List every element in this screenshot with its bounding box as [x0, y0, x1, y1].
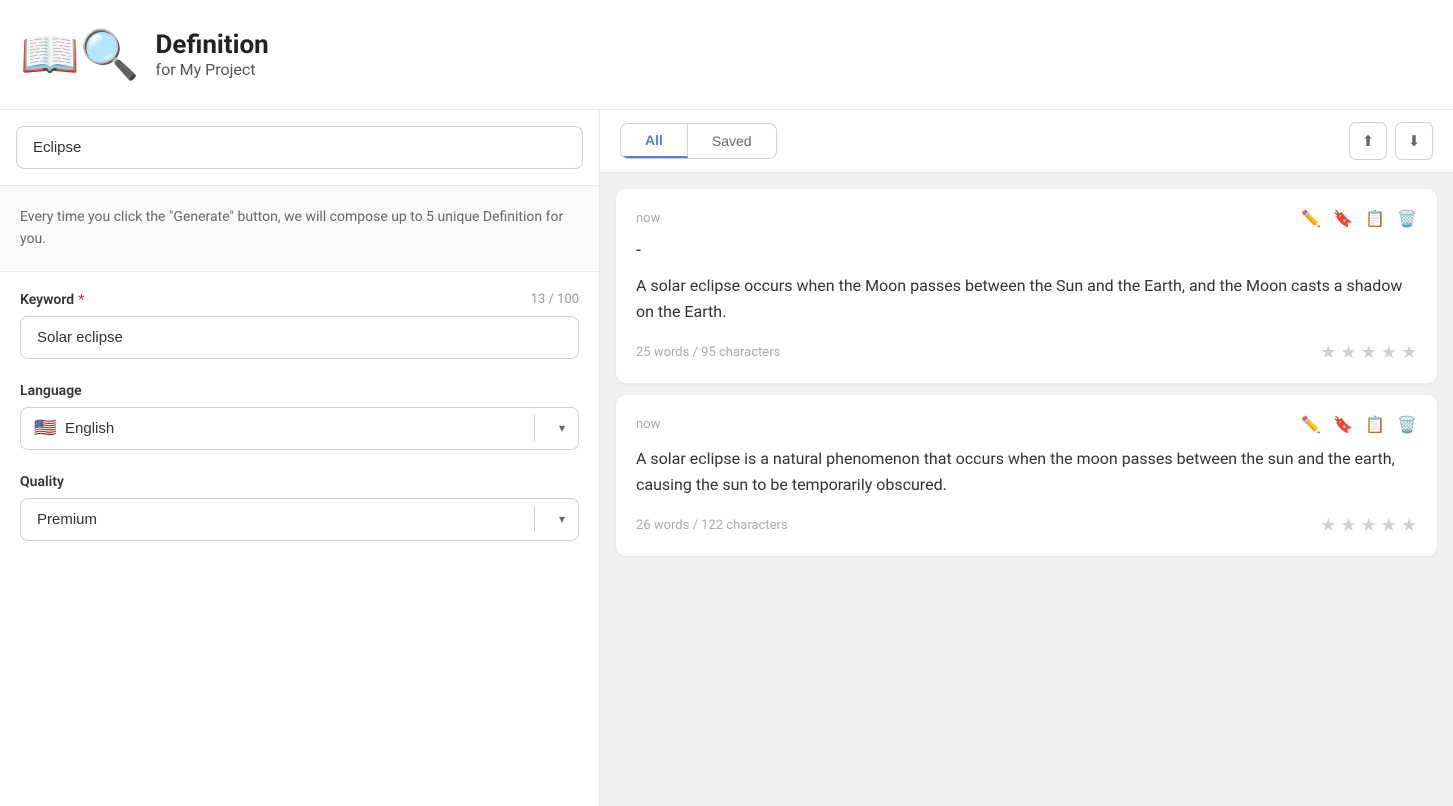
star-1-2[interactable]: ★	[1340, 342, 1356, 363]
result-card-1: now ✏️ 🔖 📋 🗑️ - A solar eclipse occurs w…	[616, 189, 1437, 383]
quality-select-wrapper: Premium Standard Basic ▾	[20, 498, 579, 541]
required-star: *	[78, 292, 84, 308]
result-card-2: now ✏️ 🔖 📋 🗑️ A solar eclipse is a natur…	[616, 395, 1437, 556]
language-group: Language 🇺🇸 English Spanish French Germa…	[20, 383, 579, 450]
language-select[interactable]: English Spanish French German	[20, 407, 579, 450]
quality-select[interactable]: Premium Standard Basic	[20, 498, 579, 541]
quality-select-divider	[534, 506, 535, 532]
result-timestamp-2: now	[636, 417, 660, 432]
tab-all[interactable]: All	[621, 124, 688, 158]
result-footer-1: 25 words / 95 characters ★ ★ ★ ★ ★	[636, 342, 1417, 363]
edit-icon-1[interactable]: ✏️	[1301, 209, 1321, 228]
app-subtitle: for My Project	[156, 60, 269, 79]
delete-icon-1[interactable]: 🗑️	[1397, 209, 1417, 228]
result-actions-1: ✏️ 🔖 📋 🗑️	[1301, 209, 1417, 228]
delete-icon-2[interactable]: 🗑️	[1397, 415, 1417, 434]
right-panel: All Saved ⬆ ⬇ now ✏️ 🔖 📋 🗑️	[600, 110, 1453, 806]
header-title-group: Definition for My Project	[156, 30, 269, 79]
star-2-5[interactable]: ★	[1401, 515, 1417, 536]
download-icon: ⬇	[1408, 132, 1421, 150]
share-button[interactable]: ⬆	[1349, 122, 1387, 160]
quality-group: Quality Premium Standard Basic ▾	[20, 474, 579, 541]
form-section: Keyword * 13 / 100 Language 🇺🇸 English S…	[0, 272, 599, 561]
results-list: now ✏️ 🔖 📋 🗑️ - A solar eclipse occurs w…	[600, 173, 1453, 806]
select-divider	[534, 415, 535, 441]
star-1-5[interactable]: ★	[1401, 342, 1417, 363]
keyword-char-count: 13 / 100	[531, 292, 579, 307]
result-timestamp-1: now	[636, 211, 660, 226]
star-2-2[interactable]: ★	[1340, 515, 1356, 536]
instruction-text: Every time you click the "Generate" butt…	[20, 206, 579, 251]
language-select-wrapper: 🇺🇸 English Spanish French German ▾	[20, 407, 579, 450]
star-rating-2: ★ ★ ★ ★ ★	[1320, 515, 1417, 536]
bookmark-icon-2[interactable]: 🔖	[1333, 415, 1353, 434]
result-actions-2: ✏️ 🔖 📋 🗑️	[1301, 415, 1417, 434]
result-stats-1: 25 words / 95 characters	[636, 345, 780, 360]
copy-icon-2[interactable]: 📋	[1365, 415, 1385, 434]
result-card-header-2: now ✏️ 🔖 📋 🗑️	[636, 415, 1417, 434]
main-layout: Every time you click the "Generate" butt…	[0, 110, 1453, 806]
instruction-box: Every time you click the "Generate" butt…	[0, 186, 599, 272]
app-header: 📖🔍 Definition for My Project	[0, 0, 1453, 110]
app-icon: 📖🔍	[20, 26, 140, 83]
keyword-label: Keyword * 13 / 100	[20, 292, 579, 308]
share-icon: ⬆	[1362, 132, 1375, 150]
star-1-3[interactable]: ★	[1361, 342, 1377, 363]
result-stats-2: 26 words / 122 characters	[636, 518, 788, 533]
star-rating-1: ★ ★ ★ ★ ★	[1320, 342, 1417, 363]
app-title: Definition	[156, 30, 269, 60]
result-text-2: A solar eclipse is a natural phenomenon …	[636, 446, 1417, 499]
language-label: Language	[20, 383, 579, 399]
star-1-1[interactable]: ★	[1320, 342, 1336, 363]
search-input[interactable]	[16, 126, 583, 169]
star-2-1[interactable]: ★	[1320, 515, 1336, 536]
bookmark-icon-1[interactable]: 🔖	[1333, 209, 1353, 228]
left-panel: Every time you click the "Generate" butt…	[0, 110, 600, 806]
tab-group: All Saved	[620, 123, 777, 159]
tab-saved[interactable]: Saved	[688, 124, 776, 158]
copy-icon-1[interactable]: 📋	[1365, 209, 1385, 228]
keyword-group: Keyword * 13 / 100	[20, 292, 579, 359]
download-button[interactable]: ⬇	[1395, 122, 1433, 160]
star-2-3[interactable]: ★	[1361, 515, 1377, 536]
edit-icon-2[interactable]: ✏️	[1301, 415, 1321, 434]
quality-label: Quality	[20, 474, 579, 490]
search-container	[0, 110, 599, 186]
keyword-input[interactable]	[20, 316, 579, 359]
right-header: All Saved ⬆ ⬇	[600, 110, 1453, 173]
star-1-4[interactable]: ★	[1381, 342, 1397, 363]
result-card-header-1: now ✏️ 🔖 📋 🗑️	[636, 209, 1417, 228]
result-footer-2: 26 words / 122 characters ★ ★ ★ ★ ★	[636, 515, 1417, 536]
result-dash-1: -	[636, 240, 1417, 261]
star-2-4[interactable]: ★	[1381, 515, 1397, 536]
result-text-1: A solar eclipse occurs when the Moon pas…	[636, 273, 1417, 326]
